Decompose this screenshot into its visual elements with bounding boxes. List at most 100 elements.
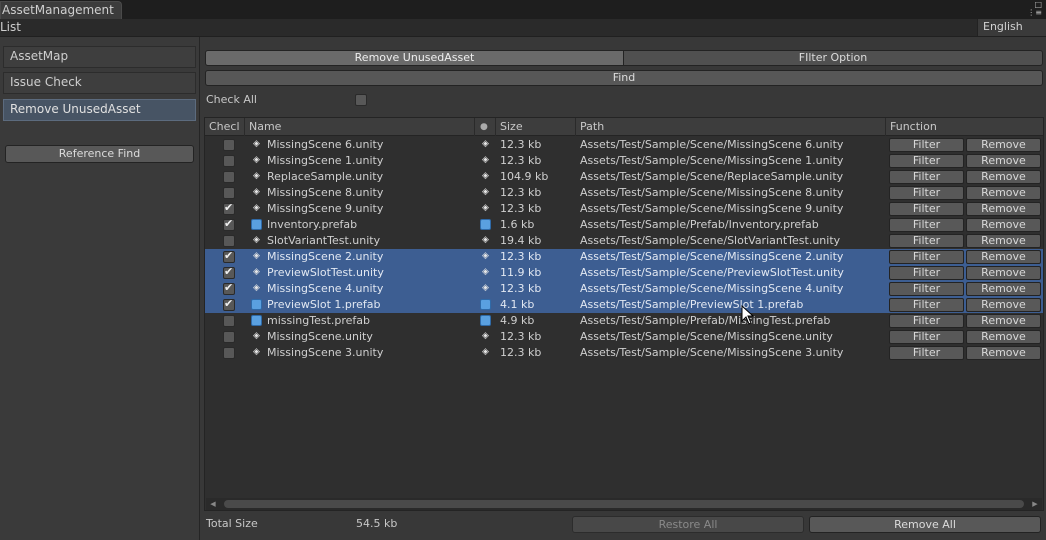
filter-button[interactable]: Filter [889, 154, 964, 168]
row-checkbox[interactable] [223, 281, 235, 295]
tab-remove-unused-asset[interactable]: Remove UnusedAsset [205, 50, 624, 66]
remove-button[interactable]: Remove [966, 202, 1041, 216]
table-row[interactable]: ◈ MissingScene 3.unity ◈ 12.3 kb Assets/Test… [205, 345, 1043, 361]
list-menu[interactable]: List [0, 20, 21, 35]
table-row[interactable]: ◈ MissingScene 2.unity ◈ 12.3 kb Assets/Test… [205, 249, 1043, 265]
column-header-type[interactable]: ● [475, 118, 496, 136]
remove-button[interactable]: Remove [966, 314, 1041, 328]
sidebar-item-assetmap[interactable]: AssetMap [3, 46, 196, 68]
remove-button[interactable]: Remove [966, 330, 1041, 344]
filter-button[interactable]: Filter [889, 314, 964, 328]
filter-button[interactable]: Filter [889, 202, 964, 216]
filter-button[interactable]: Filter [889, 330, 964, 344]
row-checkbox[interactable] [223, 201, 235, 215]
unity-scene-icon: ◈ [482, 347, 489, 357]
asset-path: Assets/Test/Sample/Scene/MissingScene 8.… [580, 186, 844, 199]
window-tab[interactable]: AssetManagement [0, 1, 122, 19]
filter-button[interactable]: Filter [889, 298, 964, 312]
sidebar: AssetMap Issue Check Remove UnusedAsset … [0, 37, 200, 540]
remove-button[interactable]: Remove [966, 234, 1041, 248]
asset-name: MissingScene.unity [267, 330, 373, 343]
unity-scene-icon: ◈ [253, 155, 260, 165]
language-dropdown[interactable]: English [977, 19, 1046, 36]
reference-find-button[interactable]: Reference Find [5, 145, 194, 163]
column-header-check[interactable]: Checl [205, 118, 245, 136]
table-row[interactable]: missingTest.prefab 4.9 kb Assets/Test/Samp… [205, 313, 1043, 329]
asset-path: Assets/Test/Sample/Scene/SlotVariantTest… [580, 234, 841, 247]
remove-button[interactable]: Remove [966, 186, 1041, 200]
filter-button[interactable]: Filter [889, 218, 964, 232]
scrollbar-thumb[interactable] [224, 500, 1024, 508]
table-row[interactable]: ◈ MissingScene 8.unity ◈ 12.3 kb Assets/Test… [205, 185, 1043, 201]
filter-button[interactable]: Filter [889, 138, 964, 152]
remove-button[interactable]: Remove [966, 346, 1041, 360]
table-row[interactable]: Inventory.prefab 1.6 kb Assets/Test/Sample… [205, 217, 1043, 233]
asset-path: Assets/Test/Sample/Scene/MissingScene 1.… [580, 154, 844, 167]
asset-path: Assets/Test/Sample/Scene/MissingScene 2.… [580, 250, 844, 263]
remove-button[interactable]: Remove [966, 266, 1041, 280]
column-header-function[interactable]: Function [886, 118, 1043, 136]
row-checkbox[interactable] [223, 155, 235, 167]
table-row[interactable]: ◈ PreviewSlotTest.unity ◈ 11.9 kb Assets/Tes… [205, 265, 1043, 281]
check-all-checkbox[interactable] [355, 94, 367, 106]
row-checkbox[interactable] [223, 249, 235, 263]
unity-scene-icon: ◈ [482, 331, 489, 341]
column-header-size[interactable]: Size [496, 118, 576, 136]
sidebar-item-remove-unused-asset[interactable]: Remove UnusedAsset [3, 99, 196, 121]
table-row[interactable]: PreviewSlot 1.prefab 4.1 kb Assets/Test/Sa… [205, 297, 1043, 313]
asset-table: Checl Name ● Size Path Function ◈ Missing… [204, 117, 1044, 511]
row-checkbox[interactable] [223, 171, 235, 183]
table-row[interactable]: ◈ MissingScene 9.unity ◈ 12.3 kb Assets/Test… [205, 201, 1043, 217]
scroll-left-icon[interactable]: ◀ [207, 498, 219, 510]
scroll-right-icon[interactable]: ▶ [1029, 498, 1041, 510]
unity-scene-icon: ◈ [253, 139, 260, 149]
filter-button[interactable]: Filter [889, 266, 964, 280]
row-checkbox[interactable] [223, 297, 235, 311]
table-row[interactable]: ◈ ReplaceSample.unity ◈ 104.9 kb Assets/Test… [205, 169, 1043, 185]
filter-button[interactable]: Filter [889, 186, 964, 200]
remove-button[interactable]: Remove [966, 154, 1041, 168]
window-menu-icon[interactable]: □ ⋮≡ [1027, 1, 1042, 17]
remove-button[interactable]: Remove [966, 170, 1041, 184]
tab-filter-option[interactable]: FIlter Option [623, 50, 1043, 66]
remove-button[interactable]: Remove [966, 138, 1041, 152]
row-checkbox[interactable] [223, 139, 235, 151]
asset-size: 12.3 kb [500, 346, 542, 359]
table-row[interactable]: ◈ MissingScene 6.unity ◈ 12.3 kb Assets/Test… [205, 137, 1043, 153]
asset-size: 4.9 kb [500, 314, 535, 327]
filter-button[interactable]: Filter [889, 250, 964, 264]
horizontal-scrollbar[interactable]: ◀ ▶ [206, 498, 1042, 510]
remove-all-button[interactable]: Remove All [809, 516, 1041, 533]
restore-all-button[interactable]: Restore All [572, 516, 804, 533]
filter-button[interactable]: Filter [889, 282, 964, 296]
unity-scene-icon: ◈ [253, 171, 260, 181]
row-checkbox[interactable] [223, 187, 235, 199]
row-checkbox[interactable] [223, 235, 235, 247]
filter-button[interactable]: Filter [889, 234, 964, 248]
unity-scene-icon: ◈ [253, 235, 260, 245]
table-row[interactable]: ◈ MissingScene 4.unity ◈ 12.3 kb Assets/Test… [205, 281, 1043, 297]
remove-button[interactable]: Remove [966, 250, 1041, 264]
asset-name: MissingScene 4.unity [267, 282, 384, 295]
asset-size: 104.9 kb [500, 170, 549, 183]
table-row[interactable]: ◈ MissingScene.unity ◈ 12.3 kb Assets/Test/S… [205, 329, 1043, 345]
row-checkbox[interactable] [223, 331, 235, 343]
table-row[interactable]: ◈ SlotVariantTest.unity ◈ 19.4 kb Assets/Tes… [205, 233, 1043, 249]
prefab-cube-icon [480, 315, 491, 326]
prefab-cube-icon [251, 299, 262, 310]
row-checkbox[interactable] [223, 315, 235, 327]
row-checkbox[interactable] [223, 265, 235, 279]
column-header-path[interactable]: Path [576, 118, 886, 136]
column-header-name[interactable]: Name [245, 118, 475, 136]
filter-button[interactable]: Filter [889, 170, 964, 184]
remove-button[interactable]: Remove [966, 282, 1041, 296]
remove-button[interactable]: Remove [966, 218, 1041, 232]
remove-button[interactable]: Remove [966, 298, 1041, 312]
row-checkbox[interactable] [223, 217, 235, 231]
find-button[interactable]: Find [205, 70, 1043, 86]
asset-path: Assets/Test/Sample/Scene/MissingScene 3.… [580, 346, 844, 359]
table-row[interactable]: ◈ MissingScene 1.unity ◈ 12.3 kb Assets/Test… [205, 153, 1043, 169]
sidebar-item-issue-check[interactable]: Issue Check [3, 72, 196, 94]
filter-button[interactable]: Filter [889, 346, 964, 360]
row-checkbox[interactable] [223, 347, 235, 359]
